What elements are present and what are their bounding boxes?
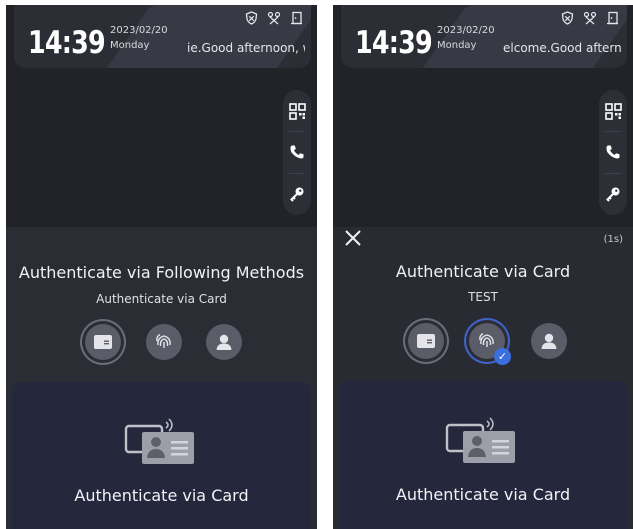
method-fingerprint-button[interactable]: [146, 324, 182, 360]
auth-title: Authenticate via Card: [395, 262, 571, 281]
qr-code-icon: [288, 102, 306, 120]
network-icon: [267, 11, 281, 25]
clock-date: 2023/02/20: [437, 25, 495, 36]
password-button[interactable]: [285, 182, 309, 206]
network-icon: [583, 11, 597, 25]
card-prompt-label: Authenticate via Card: [74, 486, 249, 505]
clock-weekday: Monday: [437, 40, 477, 51]
key-icon: [290, 187, 304, 202]
auth-subtitle: TEST: [468, 290, 498, 304]
clock-weekday: Monday: [110, 40, 150, 51]
face-icon: [541, 333, 557, 349]
countdown-timer: (1s): [603, 234, 623, 245]
call-button[interactable]: [285, 140, 309, 164]
shield-icon: [561, 11, 574, 25]
password-button[interactable]: [601, 182, 625, 206]
status-bar: 14:39 2023/02/20 Monday elcome.Good afte…: [341, 5, 627, 68]
face-icon: [216, 334, 232, 350]
clock-time: 14:39: [28, 25, 106, 61]
phone-icon: [290, 145, 304, 159]
key-icon: [606, 187, 620, 202]
qr-code-icon: [604, 102, 622, 120]
card-reader-icon: [124, 418, 194, 464]
call-button[interactable]: [601, 140, 625, 164]
card-prompt-panel: Authenticate via Card: [339, 381, 627, 529]
quick-tools: [283, 90, 311, 215]
card-reader-icon: [445, 417, 515, 463]
divider: [605, 131, 621, 133]
clock-time: 14:39: [355, 25, 433, 61]
card-prompt-panel: Authenticate via Card: [12, 382, 311, 529]
fingerprint-icon: [479, 332, 494, 347]
clock-date: 2023/02/20: [110, 25, 168, 36]
qr-code-button[interactable]: [285, 99, 309, 123]
method-card-button[interactable]: [408, 323, 444, 359]
divider: [289, 172, 305, 174]
method-fingerprint-button[interactable]: ✓: [469, 323, 511, 365]
welcome-marquee: elcome.Good afterno: [503, 41, 621, 55]
status-bar: 14:39 2023/02/20 Monday ie.Good afternoo…: [14, 5, 311, 68]
divider: [289, 131, 305, 133]
card-icon: [417, 334, 435, 348]
fingerprint-icon: [156, 333, 171, 348]
method-face-button[interactable]: [531, 323, 567, 359]
method-face-button[interactable]: [206, 324, 242, 360]
method-card-button[interactable]: [85, 324, 121, 360]
card-icon: [94, 335, 112, 349]
status-icons: [245, 11, 303, 25]
door-icon: [607, 11, 618, 25]
card-prompt-label: Authenticate via Card: [395, 485, 571, 504]
auth-subtitle: Authenticate via Card: [96, 292, 227, 306]
shield-icon: [245, 11, 258, 25]
check-icon: ✓: [494, 348, 511, 365]
quick-tools: [599, 90, 627, 215]
divider: [605, 172, 621, 174]
device-screen-1: 14:39 2023/02/20 Monday ie.Good afternoo…: [6, 5, 317, 529]
qr-code-button[interactable]: [601, 99, 625, 123]
close-icon[interactable]: [344, 229, 362, 247]
auth-title: Authenticate via Following Methods: [18, 263, 305, 282]
status-icons: [561, 11, 619, 25]
phone-icon: [606, 145, 620, 159]
door-icon: [291, 11, 302, 25]
welcome-marquee: ie.Good afternoon, w: [187, 41, 305, 55]
device-screen-2: 14:39 2023/02/20 Monday elcome.Good afte…: [333, 5, 633, 529]
